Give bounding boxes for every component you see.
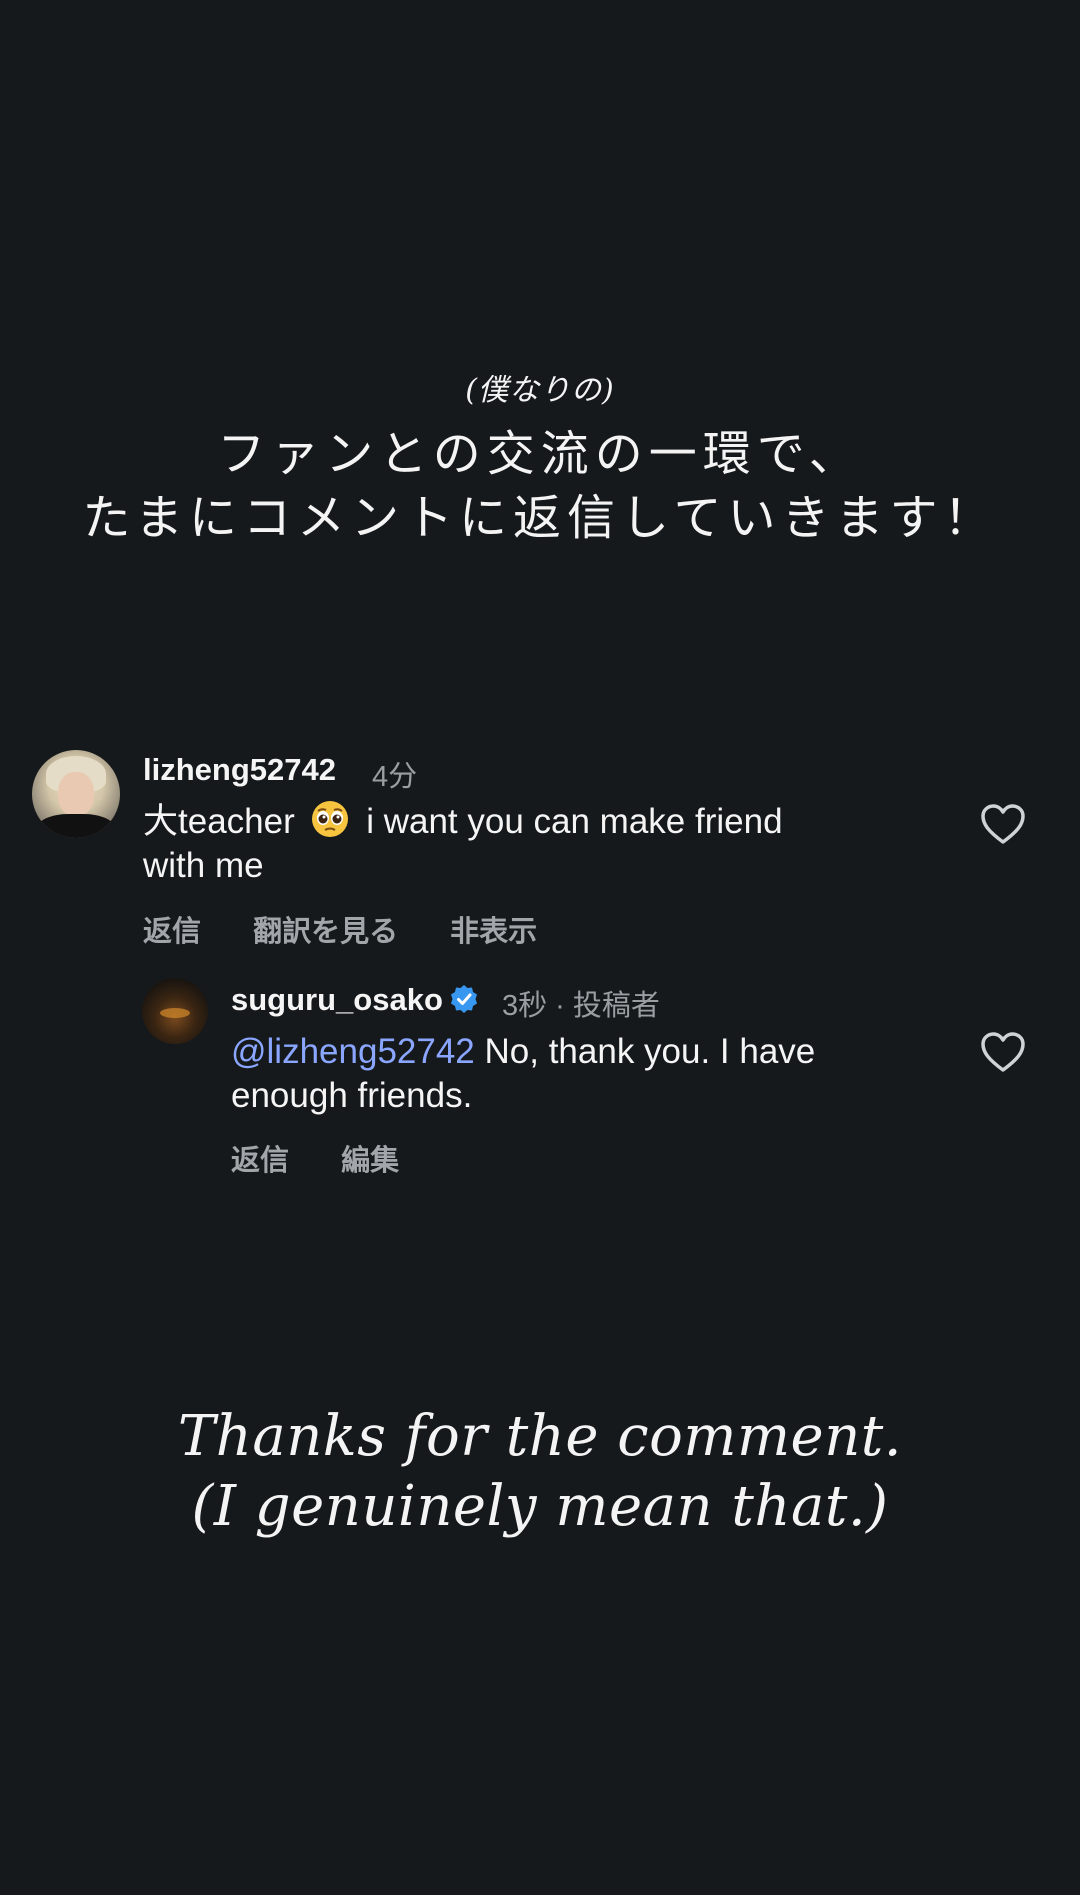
comment-text-part2: i want you can make friend xyxy=(366,802,783,841)
story-bottom-caption: Thanks for the comment. (I genuinely mea… xyxy=(0,1402,1080,1542)
reply-avatar[interactable] xyxy=(142,978,208,1044)
story-headline-line2: たまにコメントに返信していきます！ xyxy=(82,490,998,546)
verified-badge-icon xyxy=(450,985,477,1013)
comment-text-line2: with me xyxy=(143,846,264,885)
story-caption-small: (僕なりの) xyxy=(465,373,615,408)
avatar[interactable] xyxy=(32,750,120,838)
reply-reply-button[interactable]: 返信 xyxy=(231,1145,289,1177)
reply-meta: 3秒 · 投稿者 xyxy=(502,990,660,1022)
heart-outline-icon[interactable] xyxy=(980,803,1026,845)
reply-actions: 返信 編集 xyxy=(231,1137,443,1179)
reply-text: @lizheng52742 No, thank you. I have enou… xyxy=(231,1030,951,1118)
story-bottom-line1: Thanks for the comment. xyxy=(177,1404,903,1469)
story-bottom-line2: (I genuinely mean that.) xyxy=(191,1474,889,1539)
comment-text: 大teacher i want you can make friend with… xyxy=(143,799,943,888)
story-headline-line1: ファンとの交流の一環で、 xyxy=(217,426,863,482)
comment-username[interactable]: lizheng52742 xyxy=(143,752,336,788)
heart-outline-icon[interactable] xyxy=(980,1031,1026,1073)
reply-username[interactable]: suguru_osako xyxy=(231,982,479,1018)
reply-text-part1: No, thank you. I have xyxy=(484,1032,816,1071)
edit-button[interactable]: 編集 xyxy=(341,1145,399,1177)
comment-actions: 返信 翻訳を見る 非表示 xyxy=(143,908,581,950)
see-translation-button[interactable]: 翻訳を見る xyxy=(253,916,398,948)
comment-time: 4分 xyxy=(372,761,418,793)
reply-text-line2: enough friends. xyxy=(231,1076,473,1115)
pleading-face-emoji-icon xyxy=(312,801,349,837)
story-headline: ファンとの交流の一環で、 たまにコメントに返信していきます！ xyxy=(0,422,1080,550)
reply-button[interactable]: 返信 xyxy=(143,916,201,948)
comment-text-part1: 大teacher xyxy=(143,802,295,841)
reply-mention-link[interactable]: @lizheng52742 xyxy=(231,1032,475,1071)
hide-button[interactable]: 非表示 xyxy=(450,916,537,948)
